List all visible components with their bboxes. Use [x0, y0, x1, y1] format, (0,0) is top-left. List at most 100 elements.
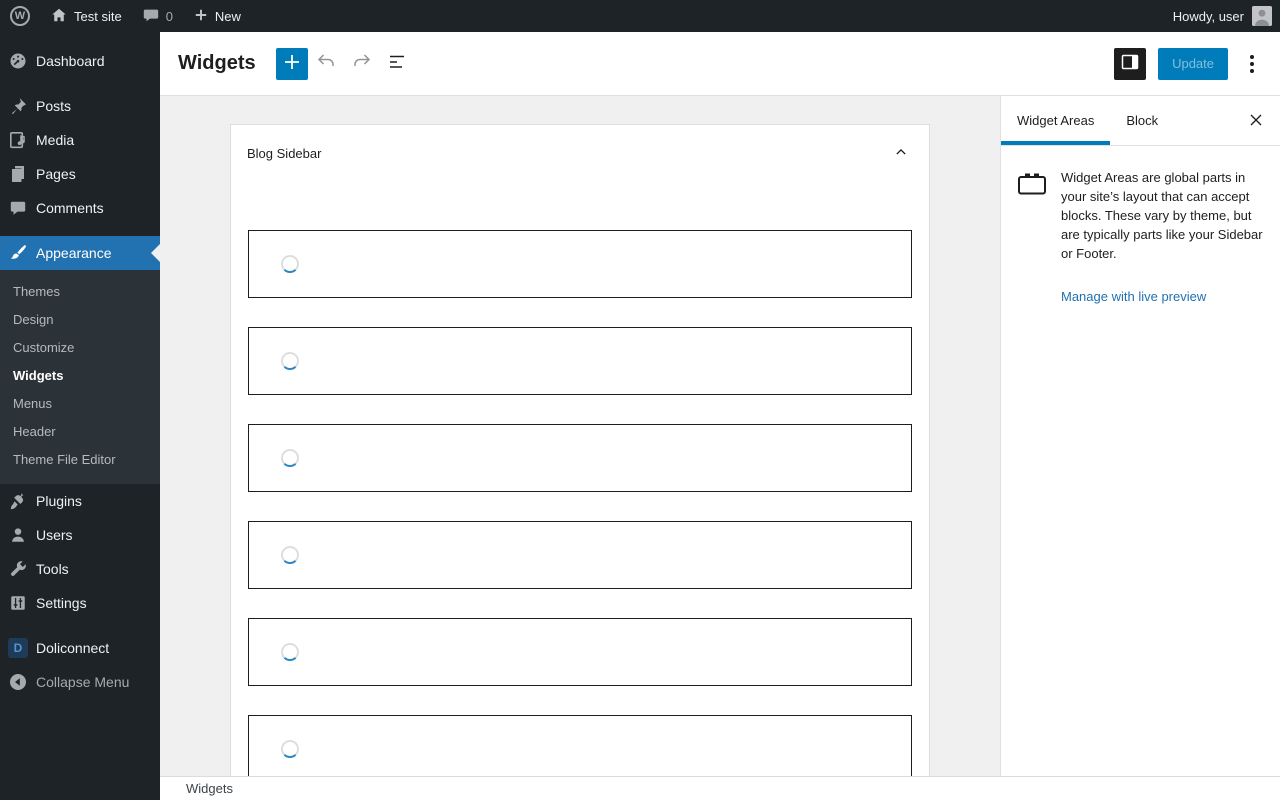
- settings-sidebar-toggle[interactable]: [1114, 47, 1147, 80]
- editor-footer: Widgets: [160, 776, 1280, 800]
- collapse-menu-button[interactable]: Collapse Menu: [0, 665, 160, 699]
- submenu-item-widgets[interactable]: Widgets: [0, 362, 160, 390]
- widget-block-placeholder[interactable]: [248, 327, 912, 395]
- sidebar-item-label: Appearance: [36, 245, 112, 261]
- tab-widget-areas[interactable]: Widget Areas: [1001, 96, 1111, 145]
- wordpress-logo-menu[interactable]: W: [0, 0, 40, 32]
- widget-block-list: [231, 230, 929, 776]
- pushpin-icon: [8, 96, 28, 116]
- current-menu-arrow-icon: [151, 244, 160, 262]
- tab-block[interactable]: Block: [1110, 96, 1174, 145]
- widget-block-placeholder[interactable]: [248, 521, 912, 589]
- sidebar-item-label: Settings: [36, 595, 87, 611]
- block-inserter-button[interactable]: [275, 47, 308, 80]
- settings-panel: Widget Areas Block Widget Areas are glob…: [1000, 96, 1280, 776]
- loading-spinner-icon: [281, 352, 299, 370]
- submenu-item-theme-file-editor[interactable]: Theme File Editor: [0, 446, 160, 474]
- sidebar-item-posts[interactable]: Posts: [0, 89, 160, 123]
- sidebar-item-appearance[interactable]: Appearance: [0, 236, 160, 270]
- document-overview-button[interactable]: [380, 46, 416, 82]
- comment-bubble-icon: [142, 6, 160, 27]
- widgets-editor: Widgets Update Blog Sidebar Widget Areas…: [160, 32, 1280, 800]
- avatar: [1252, 6, 1272, 26]
- undo-icon: [314, 50, 338, 77]
- comments-admin-link[interactable]: 0: [132, 0, 183, 32]
- sidebar-item-label: Comments: [36, 200, 104, 216]
- submenu-item-customize[interactable]: Customize: [0, 334, 160, 362]
- sidebar-item-users[interactable]: Users: [0, 518, 160, 552]
- collapse-arrow-icon: [8, 672, 28, 692]
- plus-icon: [193, 7, 209, 26]
- settings-panel-body: Widget Areas are global parts in your si…: [1001, 146, 1280, 304]
- wrench-icon: [8, 559, 28, 579]
- collapse-widget-area-button[interactable]: [889, 141, 913, 165]
- comment-count: 0: [165, 8, 173, 24]
- sidebar-item-label: Plugins: [36, 493, 82, 509]
- sidebar-item-label: Posts: [36, 98, 72, 114]
- editor-canvas: Blog Sidebar: [160, 96, 1000, 776]
- sidebar-panel-icon: [1118, 50, 1142, 77]
- sidebar-item-media[interactable]: Media: [0, 123, 160, 157]
- widget-area-icon: [1017, 168, 1047, 263]
- plug-icon: [8, 491, 28, 511]
- widget-block-placeholder[interactable]: [248, 715, 912, 776]
- wordpress-logo-icon: W: [10, 6, 30, 26]
- options-menu-button[interactable]: [1240, 51, 1264, 77]
- loading-spinner-icon: [281, 449, 299, 467]
- settings-sliders-icon: [8, 593, 28, 613]
- appearance-submenu: Themes Design Customize Widgets Menus He…: [0, 270, 160, 484]
- loading-spinner-icon: [281, 643, 299, 661]
- sidebar-item-label: Collapse Menu: [36, 674, 130, 690]
- admin-bar-left: W Test site 0 New: [0, 0, 251, 32]
- widget-block-placeholder[interactable]: [248, 424, 912, 492]
- howdy-label: Howdy, user: [1172, 8, 1244, 24]
- menu-separator: [0, 620, 160, 631]
- loading-spinner-icon: [281, 255, 299, 273]
- dashboard-icon: [8, 51, 28, 71]
- undo-button[interactable]: [308, 46, 344, 82]
- chevron-up-icon: [891, 142, 911, 165]
- widget-block-placeholder[interactable]: [248, 618, 912, 686]
- widget-area-header[interactable]: Blog Sidebar: [231, 125, 929, 165]
- site-name-link[interactable]: Test site: [40, 0, 132, 32]
- sidebar-item-plugins[interactable]: Plugins: [0, 484, 160, 518]
- sidebar-item-label: Tools: [36, 561, 69, 577]
- my-account-link[interactable]: Howdy, user: [1173, 0, 1280, 32]
- submenu-item-header[interactable]: Header: [0, 418, 160, 446]
- menu-separator: [0, 78, 160, 89]
- editor-header-right: Update: [1114, 47, 1264, 80]
- admin-bar: W Test site 0 New Howdy, user: [0, 0, 1280, 32]
- user-icon: [8, 525, 28, 545]
- pages-icon: [8, 164, 28, 184]
- widget-area-title: Blog Sidebar: [247, 145, 322, 161]
- plus-icon: [280, 50, 304, 77]
- redo-button[interactable]: [344, 46, 380, 82]
- sidebar-item-dashboard[interactable]: Dashboard: [0, 44, 160, 78]
- editor-header: Widgets Update: [160, 32, 1280, 96]
- update-button[interactable]: Update: [1158, 47, 1228, 80]
- submenu-item-themes[interactable]: Themes: [0, 278, 160, 306]
- loading-spinner-icon: [281, 740, 299, 758]
- submenu-item-design[interactable]: Design: [0, 306, 160, 334]
- sidebar-item-label: Dashboard: [36, 53, 105, 69]
- home-icon: [50, 6, 68, 27]
- widget-block-placeholder[interactable]: [248, 230, 912, 298]
- manage-live-preview-link[interactable]: Manage with live preview: [1061, 289, 1264, 304]
- sidebar-item-label: Doliconnect: [36, 640, 110, 656]
- sidebar-item-pages[interactable]: Pages: [0, 157, 160, 191]
- admin-sidebar: Dashboard Posts Media Pages Comments App…: [0, 32, 160, 800]
- sidebar-item-label: Users: [36, 527, 73, 543]
- new-content-link[interactable]: New: [183, 0, 251, 32]
- breadcrumb: Widgets: [186, 781, 233, 796]
- sidebar-item-settings[interactable]: Settings: [0, 586, 160, 620]
- widget-areas-description: Widget Areas are global parts in your si…: [1061, 170, 1263, 261]
- sidebar-item-comments[interactable]: Comments: [0, 191, 160, 225]
- paintbrush-icon: [8, 243, 28, 263]
- sidebar-item-label: Pages: [36, 166, 76, 182]
- close-icon: [1246, 110, 1266, 133]
- sidebar-item-tools[interactable]: Tools: [0, 552, 160, 586]
- close-settings-button[interactable]: [1244, 109, 1268, 133]
- list-view-icon: [386, 50, 410, 77]
- submenu-item-menus[interactable]: Menus: [0, 390, 160, 418]
- sidebar-item-doliconnect[interactable]: D Doliconnect: [0, 631, 160, 665]
